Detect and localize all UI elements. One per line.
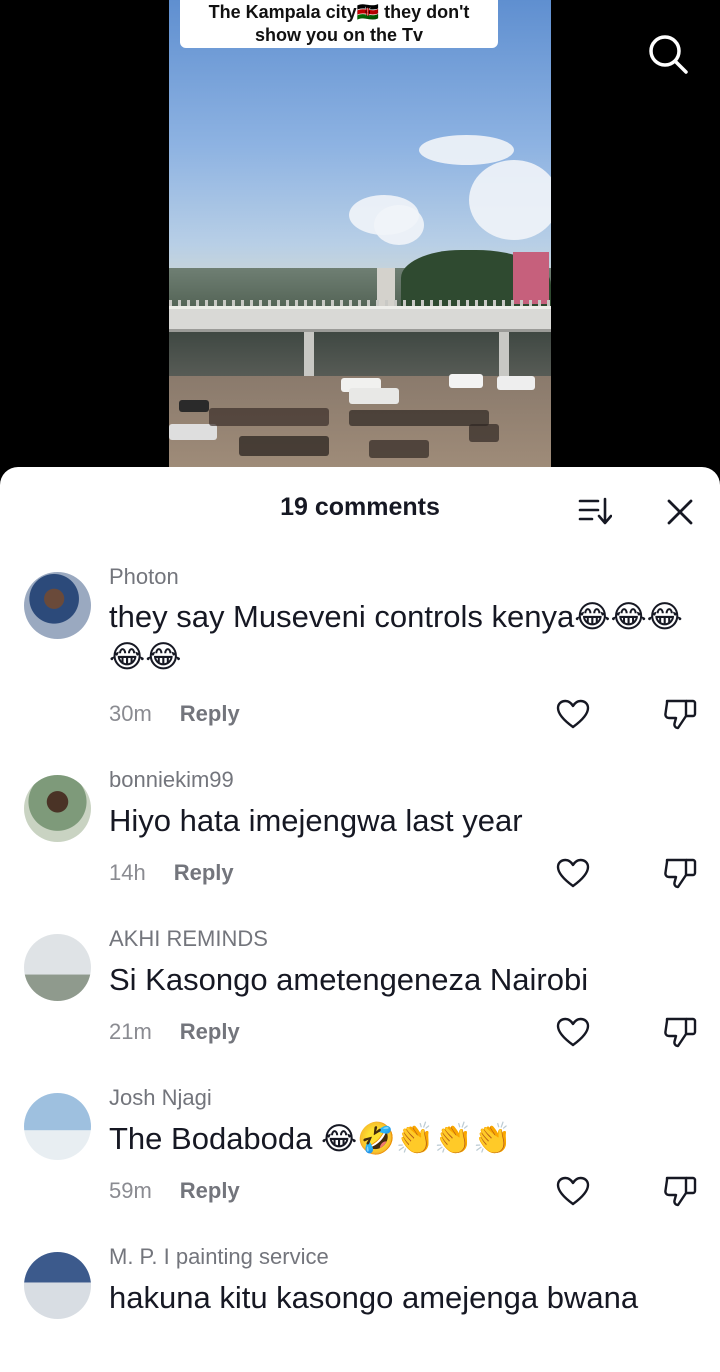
comment-item: M. P. I painting service hakuna kitu kas… <box>0 1244 720 1372</box>
comment-username[interactable]: Photon <box>109 564 179 590</box>
comments-header: 19 comments <box>0 467 720 553</box>
comment-text: they say Museveni controls kenya😂😂😂😂😂 <box>109 599 683 674</box>
comment-count: 19 comments <box>280 493 440 521</box>
comment-meta: 14h Reply <box>109 860 234 886</box>
like-button[interactable] <box>556 1176 590 1206</box>
reply-button[interactable]: Reply <box>180 1019 240 1044</box>
close-button[interactable] <box>666 498 694 526</box>
thumbs-down-icon <box>664 1017 697 1048</box>
comment-item: Josh Njagi The Bodaboda 😂🤣👏👏👏 59m Reply <box>0 1085 720 1225</box>
sort-icon <box>578 497 613 525</box>
comment-meta: 30m Reply <box>109 701 240 727</box>
avatar[interactable] <box>24 1252 91 1319</box>
dislike-button[interactable] <box>663 856 697 890</box>
dislike-button[interactable] <box>663 697 697 731</box>
like-button[interactable] <box>556 1017 590 1047</box>
search-icon <box>649 35 688 74</box>
comments-sheet: 19 comments Photon they say Museveni con… <box>0 467 720 1372</box>
heart-icon <box>556 1176 590 1206</box>
heart-icon <box>556 858 590 888</box>
caption-line-2: show you on the Tv <box>254 25 423 45</box>
comment-username[interactable]: M. P. I painting service <box>109 1244 329 1270</box>
avatar[interactable] <box>24 1093 91 1160</box>
avatar[interactable] <box>24 775 91 842</box>
thumbs-down-icon <box>664 1176 697 1207</box>
reply-button[interactable]: Reply <box>174 860 234 885</box>
comment-text: hakuna kitu kasongo amejenga bwana <box>109 1280 639 1315</box>
reply-button[interactable]: Reply <box>180 701 240 726</box>
close-icon <box>667 499 693 525</box>
thumbs-down-icon <box>664 858 697 889</box>
video-frame <box>169 0 551 490</box>
dislike-button[interactable] <box>663 1174 697 1208</box>
caption-line-1: The Kampala city🇰🇪 they don't <box>208 2 470 22</box>
video-player[interactable]: The Kampala city🇰🇪 they don't show you o… <box>0 0 720 490</box>
comment-time: 14h <box>109 860 146 885</box>
comment-text: The Bodaboda 😂🤣👏👏👏 <box>109 1121 512 1156</box>
comment-meta: 21m Reply <box>109 1019 240 1045</box>
comment-time: 30m <box>109 701 152 726</box>
video-caption: The Kampala city🇰🇪 they don't show you o… <box>180 0 498 48</box>
comment-username[interactable]: Josh Njagi <box>109 1085 212 1111</box>
comment-meta: 59m Reply <box>109 1178 240 1204</box>
comment-text: Hiyo hata imejengwa last year <box>109 803 523 838</box>
comment-username[interactable]: bonniekim99 <box>109 767 234 793</box>
comment-item: Photon they say Museveni controls kenya😂… <box>0 564 720 744</box>
comment-username[interactable]: AKHI REMINDS <box>109 926 268 952</box>
like-button[interactable] <box>556 699 590 729</box>
search-button[interactable] <box>647 33 689 75</box>
heart-icon <box>556 699 590 729</box>
sort-button[interactable] <box>578 496 613 526</box>
thumbs-down-icon <box>664 699 697 730</box>
comment-text: Si Kasongo ametengeneza Nairobi <box>109 962 589 997</box>
comment-item: bonniekim99 Hiyo hata imejengwa last yea… <box>0 767 720 907</box>
comment-time: 21m <box>109 1019 152 1044</box>
comment-time: 59m <box>109 1178 152 1203</box>
dislike-button[interactable] <box>663 1015 697 1049</box>
heart-icon <box>556 1017 590 1047</box>
avatar[interactable] <box>24 934 91 1001</box>
avatar[interactable] <box>24 572 91 639</box>
like-button[interactable] <box>556 858 590 888</box>
reply-button[interactable]: Reply <box>180 1178 240 1203</box>
comment-item: AKHI REMINDS Si Kasongo ametengeneza Nai… <box>0 926 720 1066</box>
